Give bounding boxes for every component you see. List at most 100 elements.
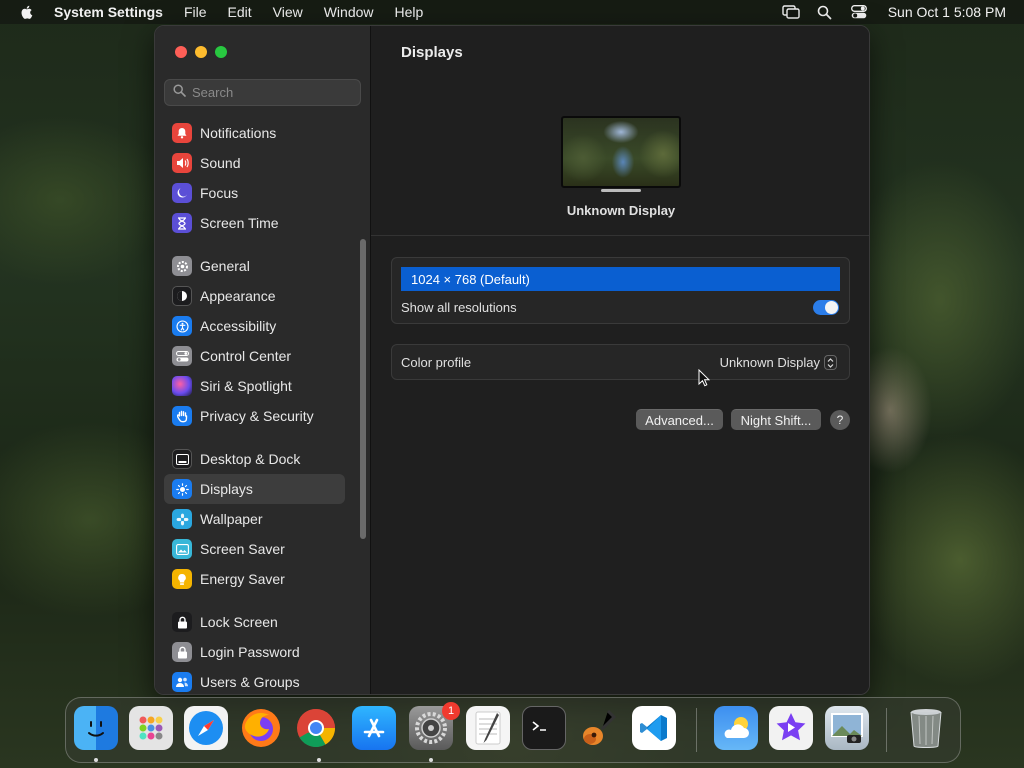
night-shift-button[interactable]: Night Shift... xyxy=(731,409,821,430)
sidebar-item-label: Siri & Spotlight xyxy=(200,378,292,394)
bulb-icon xyxy=(172,569,192,589)
sidebar-item-accessibility[interactable]: Accessibility xyxy=(164,311,345,341)
search-field[interactable] xyxy=(164,79,361,106)
display-stand xyxy=(601,189,641,192)
users-icon xyxy=(172,672,192,692)
color-profile-panel: Color profile Unknown Display xyxy=(391,344,850,380)
advanced-button[interactable]: Advanced... xyxy=(636,409,723,430)
sidebar-item-lock-screen[interactable]: Lock Screen xyxy=(164,607,345,637)
app-store-icon[interactable] xyxy=(352,706,396,750)
trash-icon[interactable] xyxy=(904,706,948,750)
sidebar-item-screen-saver[interactable]: Screen Saver xyxy=(164,534,345,564)
sidebar-item-notifications[interactable]: Notifications xyxy=(164,118,345,148)
window-controls xyxy=(175,46,235,58)
sidebar-item-label: Displays xyxy=(200,481,253,497)
sidebar-item-label: Control Center xyxy=(200,348,292,364)
menu-file[interactable]: File xyxy=(184,4,207,20)
menu-app-name[interactable]: System Settings xyxy=(54,4,163,20)
sidebar-item-energy-saver[interactable]: Energy Saver xyxy=(164,564,345,594)
sidebar-item-login-password[interactable]: Login Password xyxy=(164,637,345,667)
finder-icon[interactable] xyxy=(74,706,118,750)
speaker-icon xyxy=(172,153,192,173)
display-thumbnail[interactable] xyxy=(561,116,681,188)
screen-mirroring-icon[interactable] xyxy=(782,4,800,20)
color-profile-label: Color profile xyxy=(401,355,472,370)
control-center-icon xyxy=(172,346,192,366)
sidebar-item-label: Lock Screen xyxy=(200,614,278,630)
sidebar-item-label: Desktop & Dock xyxy=(200,451,301,467)
zoom-button[interactable] xyxy=(215,46,227,58)
accessibility-icon xyxy=(172,316,192,336)
divider xyxy=(371,235,869,236)
dock-separator xyxy=(886,708,887,752)
weather-icon[interactable] xyxy=(714,706,758,750)
spotlight-search-icon[interactable] xyxy=(816,4,834,20)
terminal-icon[interactable] xyxy=(522,706,566,750)
gear-icon xyxy=(172,256,192,276)
sidebar-item-users-groups[interactable]: Users & Groups xyxy=(164,667,345,694)
help-button[interactable]: ? xyxy=(830,410,850,430)
sidebar: Notifications Sound Focus Screen Time xyxy=(155,26,371,694)
preview-icon[interactable] xyxy=(825,706,869,750)
sidebar-item-label: Notifications xyxy=(200,125,277,141)
close-button[interactable] xyxy=(175,46,187,58)
mouse-cursor-icon xyxy=(698,368,711,392)
hand-icon xyxy=(172,406,192,426)
moon-icon xyxy=(172,183,192,203)
menu-extras: Sun Oct 1 5:08 PM xyxy=(782,0,1006,24)
vscode-icon[interactable] xyxy=(632,706,676,750)
sidebar-item-label: Energy Saver xyxy=(200,571,285,587)
menu-bar: System Settings File Edit View Window He… xyxy=(0,0,1024,24)
flower-icon xyxy=(172,509,192,529)
imovie-icon[interactable] xyxy=(769,706,813,750)
menu-edit[interactable]: Edit xyxy=(228,4,252,20)
sun-icon xyxy=(172,479,192,499)
sidebar-item-screen-time[interactable]: Screen Time xyxy=(164,208,345,238)
menu-view[interactable]: View xyxy=(273,4,303,20)
resolution-option-selected[interactable]: 1024 × 768 (Default) xyxy=(401,267,840,291)
minimize-button[interactable] xyxy=(195,46,207,58)
menu-help[interactable]: Help xyxy=(395,4,424,20)
chevron-updown-icon xyxy=(824,355,837,370)
launchpad-icon[interactable] xyxy=(129,706,173,750)
garageband-icon[interactable] xyxy=(577,706,621,750)
show-all-resolutions-toggle[interactable] xyxy=(813,300,839,315)
screen-saver-icon xyxy=(172,539,192,559)
sidebar-item-general[interactable]: General xyxy=(164,251,345,281)
sidebar-item-label: Screen Time xyxy=(200,215,279,231)
sidebar-item-label: Accessibility xyxy=(200,318,277,334)
notification-badge: 1 xyxy=(442,702,460,720)
bell-icon xyxy=(172,123,192,143)
sidebar-item-desktop-dock[interactable]: Desktop & Dock xyxy=(164,444,345,474)
resolution-panel: 1024 × 768 (Default) Show all resolution… xyxy=(391,257,850,324)
sidebar-item-label: Sound xyxy=(200,155,241,171)
sidebar-item-label: Privacy & Security xyxy=(200,408,314,424)
sidebar-item-control-center[interactable]: Control Center xyxy=(164,341,345,371)
sidebar-item-label: Screen Saver xyxy=(200,541,285,557)
sidebar-item-label: Appearance xyxy=(200,288,276,304)
running-indicator xyxy=(429,758,433,762)
chrome-icon[interactable] xyxy=(294,706,338,750)
sidebar-scrollbar[interactable] xyxy=(360,239,366,539)
sidebar-item-wallpaper[interactable]: Wallpaper xyxy=(164,504,345,534)
sidebar-item-displays[interactable]: Displays xyxy=(164,474,345,504)
menu-clock[interactable]: Sun Oct 1 5:08 PM xyxy=(888,4,1006,20)
color-profile-select[interactable]: Unknown Display xyxy=(720,355,837,370)
menu-window[interactable]: Window xyxy=(324,4,374,20)
sidebar-item-siri-spotlight[interactable]: Siri & Spotlight xyxy=(164,371,345,401)
firefox-icon[interactable] xyxy=(239,706,283,750)
textedit-icon[interactable] xyxy=(466,706,510,750)
sidebar-item-appearance[interactable]: Appearance xyxy=(164,281,345,311)
search-icon xyxy=(173,83,186,102)
search-input[interactable] xyxy=(192,85,352,100)
sidebar-item-focus[interactable]: Focus xyxy=(164,178,345,208)
hourglass-icon xyxy=(172,213,192,233)
apple-menu-icon[interactable] xyxy=(19,4,35,20)
sidebar-item-privacy-security[interactable]: Privacy & Security xyxy=(164,401,345,431)
sidebar-item-sound[interactable]: Sound xyxy=(164,148,345,178)
control-center-menu-icon[interactable] xyxy=(850,4,868,20)
dock: 1 xyxy=(65,697,961,763)
running-indicator xyxy=(94,758,98,762)
sidebar-item-label: Users & Groups xyxy=(200,674,300,690)
safari-icon[interactable] xyxy=(184,706,228,750)
